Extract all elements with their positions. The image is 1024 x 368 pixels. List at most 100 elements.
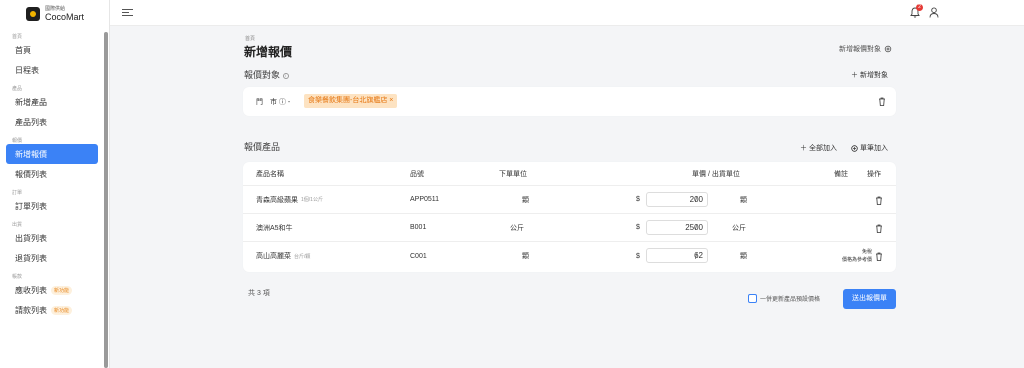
sidebar-item-schedule[interactable]: 日程表 (0, 60, 104, 80)
trash-icon[interactable] (875, 252, 883, 261)
trash-icon[interactable] (875, 196, 883, 205)
sidebar-item-label: 報價列表 (15, 169, 47, 179)
page-title: 新增報價 (244, 45, 293, 59)
target-section-title: 報價對象 i (244, 68, 289, 81)
product-section-title: 報價產品 (244, 142, 281, 152)
new-feature-badge: 新功能 (51, 305, 73, 315)
sidebar-item-return-list[interactable]: 退貨列表 (0, 248, 104, 268)
user-icon[interactable] (929, 7, 939, 18)
product-name-cell: 高山高麗菜 台斤/顆 (256, 242, 310, 270)
product-name: 青森高級蘋果 (256, 196, 298, 204)
add-target-button[interactable]: ＋ 新增對象 (851, 70, 888, 80)
breadcrumb[interactable]: 首頁 (245, 35, 255, 42)
header-code: 品號 (410, 170, 424, 178)
sidebar-scrollbar[interactable] (104, 32, 108, 368)
sidebar-item-label: 日程表 (15, 65, 39, 75)
sidebar: 國際供給 CocoMart 首頁 首頁 日程表 產品 新增產品 產品列表 報價 … (0, 0, 110, 368)
document-icon (851, 144, 858, 152)
target-section-label: 報價對象 (244, 70, 281, 80)
product-name-cell: 青森高級蘋果 1個/1公斤 (256, 186, 323, 213)
total-items: 共 3 項 (248, 290, 270, 297)
add-single-button[interactable]: 單筆加入 (851, 143, 888, 153)
slash-separator: / (695, 251, 698, 261)
nav-section-title: 報價 (12, 138, 23, 144)
price-input[interactable]: 2500 (646, 220, 708, 235)
price-input[interactable]: 62 (646, 248, 708, 263)
sidebar-item-label: 產品列表 (15, 117, 47, 127)
nav-section-title: 首頁 (12, 34, 23, 40)
price-input[interactable]: 200 (646, 192, 708, 207)
add-quote-target-label: 新增報價對象 (839, 46, 881, 53)
product-code: APP0511 (410, 196, 440, 203)
sidebar-item-receivable-list[interactable]: 應收列表 新功能 (0, 280, 104, 300)
notification-count-badge: 2 (916, 4, 923, 11)
sidebar-item-shipment-list[interactable]: 出貨列表 (0, 228, 104, 248)
currency-symbol: $ (636, 196, 640, 203)
add-single-label: 單筆加入 (860, 145, 888, 152)
brand-subtitle: 國際供給 (45, 5, 66, 12)
sidebar-item-label: 出貨列表 (15, 233, 47, 243)
currency-symbol: $ (636, 224, 640, 231)
ship-unit: 公斤 (732, 224, 746, 232)
quote-products-table: 產品名稱 品號 下單單位 單價 / 出貨單位 備註 操作 青森高級蘋果 1個/1公… (243, 162, 896, 272)
table-row: 高山高麗菜 台斤/顆 C001 顆 $ 62 / 顆 免稅 價格為參考價 (243, 242, 896, 270)
slash-separator: / (695, 223, 698, 232)
quote-target-card: 門 市 ⓘ - 食樂餐飲集團-台北旗艦店 × (243, 87, 896, 116)
order-unit: 公斤 (510, 224, 524, 232)
nav-section-title: 訂單 (12, 190, 23, 196)
update-default-price-checkbox[interactable] (748, 294, 757, 303)
table-header: 產品名稱 品號 下單單位 單價 / 出貨單位 備註 操作 (243, 162, 896, 186)
collapse-menu-icon[interactable] (122, 8, 133, 18)
brand-name: CocoMart (45, 11, 85, 22)
top-bar: 2 (110, 0, 1024, 26)
table-row: 澳洲A5和牛 B001 公斤 $ 2500 / 公斤 (243, 214, 896, 242)
product-name: 澳洲A5和牛 (256, 224, 293, 232)
store-label: 門 市 ⓘ - (256, 99, 291, 106)
sidebar-nav: 首頁 首頁 日程表 產品 新增產品 產品列表 報價 新增報價 報價列表 訂單 訂… (0, 28, 104, 320)
header-order-unit: 下單單位 (499, 170, 527, 178)
product-name: 高山高麗菜 (256, 253, 291, 260)
info-icon[interactable]: i (282, 73, 289, 79)
brand[interactable]: 國際供給 CocoMart (0, 0, 109, 28)
sidebar-item-label: 訂單列表 (15, 201, 47, 211)
update-default-price-option[interactable]: 一併更新產品預設價格 (748, 294, 820, 303)
order-unit: 顆 (522, 253, 529, 260)
currency-symbol: $ (636, 252, 640, 260)
new-feature-badge: 新功能 (51, 285, 73, 295)
sidebar-item-label: 首頁 (15, 45, 31, 55)
sidebar-item-quote-list[interactable]: 報價列表 (0, 164, 104, 184)
product-code: B001 (410, 224, 427, 231)
ship-unit: 顆 (740, 196, 747, 204)
sidebar-item-order-list[interactable]: 訂單列表 (0, 196, 104, 216)
product-spec: 1個/1公斤 (301, 197, 323, 203)
sidebar-item-invoice-list[interactable]: 請款列表 新功能 (0, 300, 104, 320)
trash-icon[interactable] (878, 97, 886, 106)
sidebar-item-add-quote[interactable]: 新增報價 (6, 144, 98, 164)
sidebar-item-label: 應收列表 (15, 285, 47, 295)
sidebar-item-product-list[interactable]: 產品列表 (0, 112, 104, 132)
slash-separator: / (695, 195, 698, 204)
trash-icon[interactable] (875, 224, 883, 233)
product-name-cell: 澳洲A5和牛 (256, 214, 293, 241)
header-product-name: 產品名稱 (256, 170, 284, 178)
main-content: 首頁 新增報價 新增報價對象 報價對象 i ＋ 新增對象 門 市 ⓘ - 食樂餐… (110, 26, 1024, 368)
add-quote-target-link[interactable]: 新增報價對象 (839, 44, 892, 54)
update-default-price-label: 一併更新產品預設價格 (760, 297, 821, 303)
nav-section-title: 產品 (12, 86, 23, 92)
header-action: 操作 (867, 170, 881, 178)
submit-quote-button[interactable]: 送出報價單 (843, 289, 896, 309)
nav-section-title: 帳款 (12, 274, 23, 280)
header-price-unit: 單價 / 出貨單位 (692, 170, 740, 178)
sidebar-item-label: 退貨列表 (15, 253, 47, 263)
sidebar-item-label: 新增報價 (15, 149, 47, 159)
add-all-button[interactable]: ＋ 全部加入 (800, 143, 837, 153)
sidebar-item-home[interactable]: 首頁 (0, 40, 104, 60)
product-code: C001 (410, 252, 427, 260)
target-store-tag[interactable]: 食樂餐飲集團-台北旗艦店 × (304, 94, 398, 108)
sidebar-item-add-product[interactable]: 新增產品 (0, 92, 104, 112)
sidebar-item-label: 請款列表 (15, 305, 47, 315)
sidebar-item-label: 新增產品 (15, 97, 47, 107)
table-row: 青森高級蘋果 1個/1公斤 APP0511 顆 $ 200 / 顆 (243, 186, 896, 214)
product-spec: 台斤/顆 (294, 253, 311, 260)
header-note: 備註 (834, 170, 848, 178)
